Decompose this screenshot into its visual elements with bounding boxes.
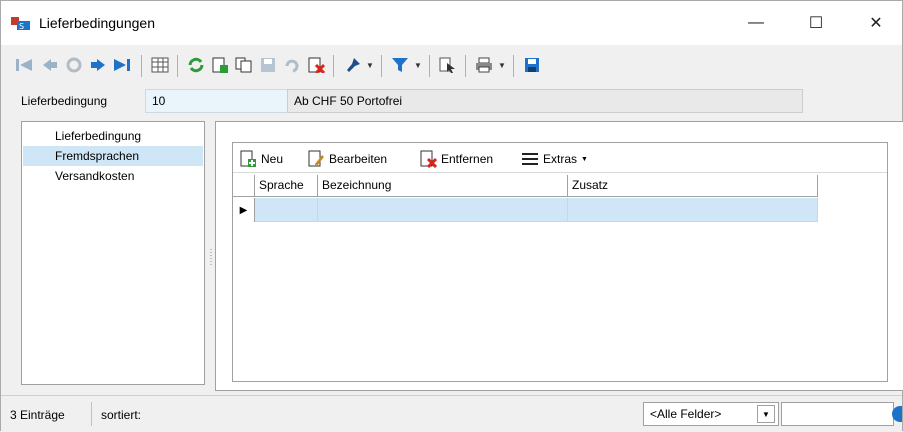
new-record-icon[interactable] [209, 54, 231, 76]
nav-item-fremdsprachen[interactable]: Fremdsprachen [23, 146, 203, 166]
table-cell-bezeichnung[interactable] [318, 198, 568, 222]
delete-button-label: Entfernen [441, 152, 494, 166]
lieferbedingung-label: Lieferbedingung [21, 94, 108, 108]
table-view-icon[interactable] [149, 54, 171, 76]
edit-button[interactable]: Bearbeiten [307, 149, 387, 169]
pointer-select-icon[interactable] [437, 54, 459, 76]
sort-status: sortiert: [101, 408, 142, 422]
copy-record-icon[interactable] [233, 54, 255, 76]
main-toolbar: ▼ ▼ ▼ [1, 45, 902, 87]
grid-toolbar: Neu Bearbeiten Entfernen Extras ▼ [233, 143, 887, 173]
content-panel: Neu Bearbeiten Entfernen Extras ▼ Sprach… [215, 121, 903, 391]
status-separator [91, 402, 92, 426]
refresh-disabled-icon[interactable] [63, 54, 85, 76]
maximize-button[interactable]: ☐ [793, 1, 839, 45]
delete-button[interactable]: Entfernen [419, 149, 493, 169]
menu-lines-icon [522, 153, 538, 165]
table-cell-sprache[interactable] [255, 198, 318, 222]
toolbar-separator [177, 55, 178, 77]
lieferbedingung-description: Ab CHF 50 Portofrei [287, 89, 803, 113]
extras-button-label: Extras [543, 152, 578, 166]
edit-record-icon [308, 150, 324, 167]
nav-item-lieferbedingung[interactable]: Lieferbedingung [23, 126, 203, 146]
panel-splitter[interactable] [207, 121, 215, 385]
toolbar-separator [429, 55, 430, 77]
section-nav: Lieferbedingung Fremdsprachen Versandkos… [21, 121, 205, 385]
chevron-down-icon[interactable]: ▼ [497, 54, 507, 76]
filter-icon[interactable] [389, 54, 411, 76]
reload-icon[interactable] [185, 54, 207, 76]
pin-icon[interactable] [341, 54, 363, 76]
close-button[interactable]: ✕ [853, 1, 899, 45]
svg-text:S: S [19, 22, 24, 31]
new-record-icon [240, 150, 256, 167]
print-icon[interactable] [473, 54, 495, 76]
previous-record-icon[interactable] [39, 54, 61, 76]
undo-icon[interactable] [281, 54, 303, 76]
app-logo-icon: S [11, 17, 30, 31]
row-indicator-header [233, 175, 255, 197]
chevron-down-icon[interactable]: ▼ [413, 54, 423, 76]
record-header: Lieferbedingung 10 Ab CHF 50 Portofrei [21, 89, 803, 113]
column-header-zusatz[interactable]: Zusatz [568, 175, 818, 197]
chevron-down-icon[interactable]: ▼ [757, 405, 775, 423]
column-header-sprache[interactable]: Sprache [255, 175, 318, 197]
next-record-icon[interactable] [87, 54, 109, 76]
extras-menu-button[interactable]: Extras ▼ [521, 149, 588, 169]
splitter-grip-icon [210, 249, 212, 265]
toolbar-separator [513, 55, 514, 77]
delete-record-icon[interactable] [305, 54, 327, 76]
toolbar-separator [465, 55, 466, 77]
title-bar: S Lieferbedingungen — ☐ ✕ [1, 1, 902, 45]
window-title: Lieferbedingungen [39, 15, 155, 31]
chevron-down-icon: ▼ [581, 155, 588, 163]
delete-record-icon [420, 150, 437, 168]
lieferbedingung-code-field[interactable]: 10 [145, 89, 291, 113]
current-row-indicator-icon: ▶ [233, 198, 255, 222]
search-input[interactable] [781, 402, 894, 426]
column-header-bezeichnung[interactable]: Bezeichnung [318, 175, 568, 197]
toolbar-separator [141, 55, 142, 77]
last-record-icon[interactable] [111, 54, 133, 76]
fremdsprachen-grid: Neu Bearbeiten Entfernen Extras ▼ Sprach… [232, 142, 888, 382]
new-button[interactable]: Neu [239, 149, 283, 169]
toolbar-separator [381, 55, 382, 77]
record-count: 3 Einträge [10, 408, 65, 422]
application-window: S Lieferbedingungen — ☐ ✕ ▼ ▼ ▼ Lieferbe… [0, 0, 903, 432]
search-icon[interactable] [892, 406, 902, 422]
new-button-label: Neu [261, 152, 284, 166]
save-record-icon[interactable] [257, 54, 279, 76]
chevron-down-icon[interactable]: ▼ [365, 54, 375, 76]
save-disk-icon[interactable] [521, 54, 543, 76]
first-record-icon[interactable] [13, 54, 35, 76]
toolbar-separator [333, 55, 334, 77]
status-bar: 3 Einträge sortiert: <Alle Felder> ▼ [1, 395, 902, 432]
edit-button-label: Bearbeiten [329, 152, 388, 166]
table-cell-zusatz[interactable] [568, 198, 818, 222]
nav-item-versandkosten[interactable]: Versandkosten [23, 166, 203, 186]
minimize-button[interactable]: — [733, 1, 779, 45]
